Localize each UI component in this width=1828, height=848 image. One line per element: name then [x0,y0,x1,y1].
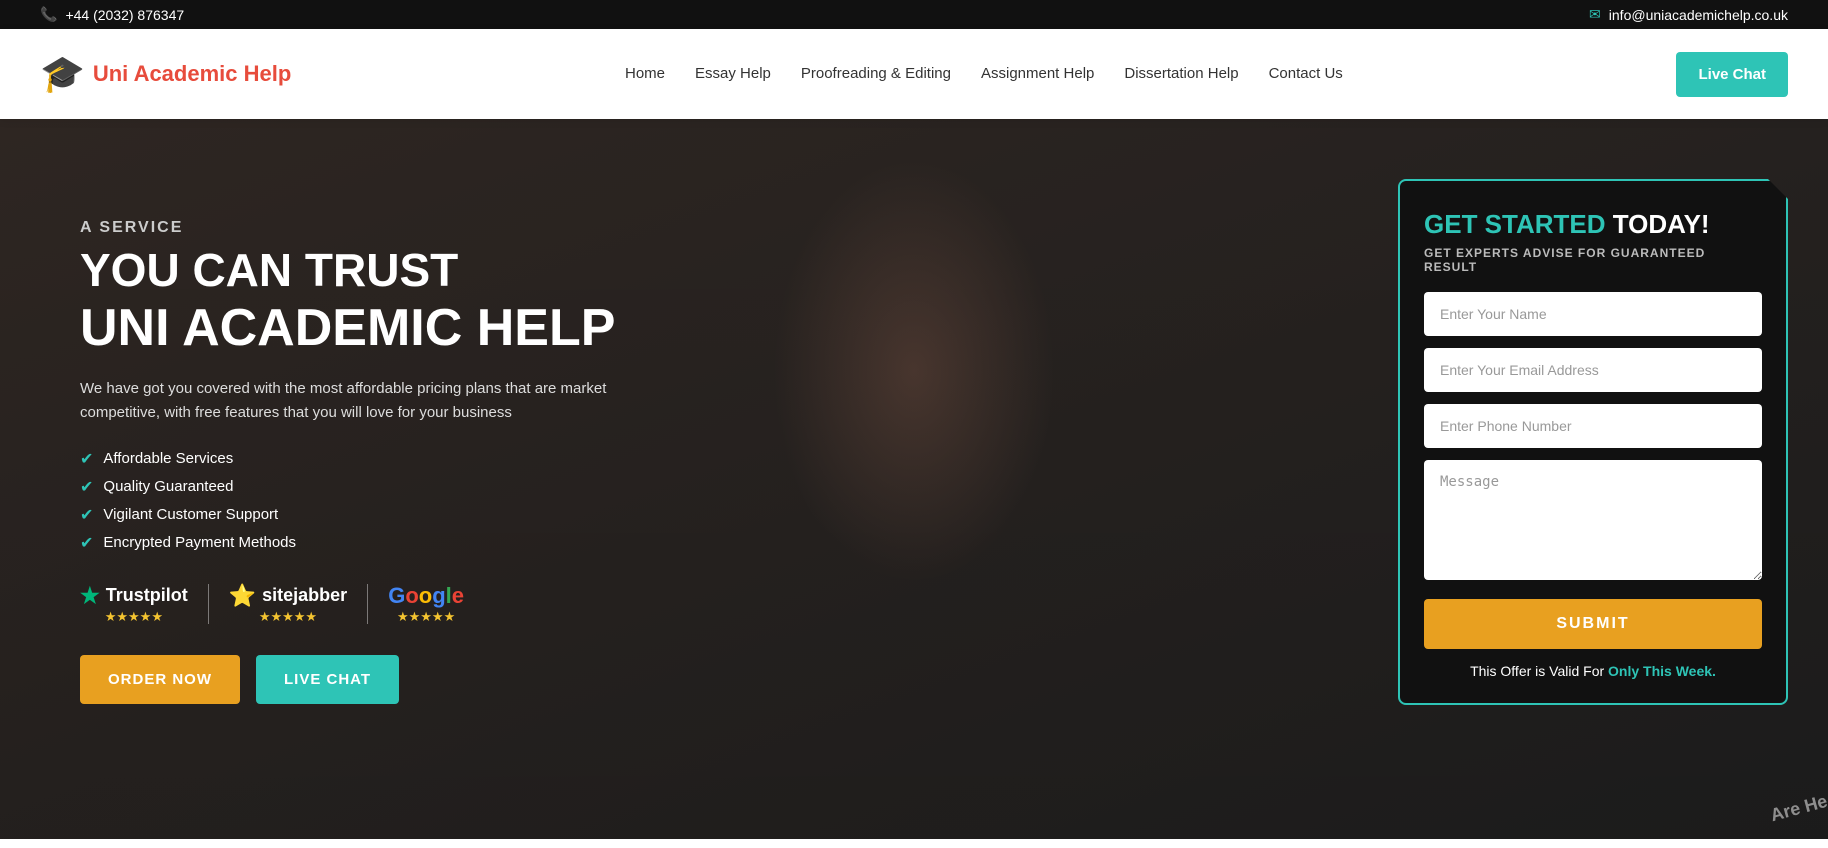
phone-input[interactable] [1424,404,1762,448]
form-title-get-started: GET STARTED [1424,209,1606,239]
features-list: ✔ Affordable Services ✔ Quality Guarante… [80,449,1358,553]
google-logo: Google [388,583,464,609]
trustpilot-label: Trustpilot [106,585,188,606]
nav-live-chat-button[interactable]: Live Chat [1676,52,1788,97]
validity-text: This Offer is Valid For [1470,663,1604,679]
email-input[interactable] [1424,348,1762,392]
nav-links: Home Essay Help Proofreading & Editing A… [625,65,1343,83]
trustpilot-star-icon: ★ [80,583,100,609]
form-title: GET STARTED TODAY! [1424,209,1762,240]
trustpilot-brand: ★ Trustpilot [80,583,188,609]
feature-payment: ✔ Encrypted Payment Methods [80,533,1358,553]
sitejabber-label: sitejabber [262,585,347,606]
phone-icon: 📞 [40,6,57,23]
logo-icon: 🎓 [40,53,85,95]
hero-buttons: ORDER NOW LIVE CHAT [80,655,1358,704]
feature-affordable: ✔ Affordable Services [80,449,1358,469]
hero-live-chat-button[interactable]: LIVE CHAT [256,655,399,704]
check-icon-1: ✔ [80,449,93,469]
review-divider-2 [367,584,368,624]
feature-label-3: Vigilant Customer Support [103,506,278,523]
hero-brand-name: UNI ACADEMIC HELP [80,300,1358,357]
sitejabber-brand: ⭐ sitejabber [229,583,347,609]
top-bar: 📞 +44 (2032) 876347 ✉ info@uniacademiche… [0,0,1828,29]
form-title-today: TODAY! [1613,209,1710,239]
hero-section: A SERVICE YOU CAN TRUST UNI ACADEMIC HEL… [0,119,1828,839]
top-bar-email: ✉ info@uniacademichelp.co.uk [1589,6,1788,23]
nav-dissertation-help[interactable]: Dissertation Help [1124,65,1238,82]
sitejabber-star-icon: ⭐ [229,583,256,609]
hero-description: We have got you covered with the most af… [80,377,640,425]
google-stars: ★★★★★ [397,609,455,625]
sitejabber-stars: ★★★★★ [259,609,317,625]
logo-text: Uni Academic Help [93,61,291,87]
sitejabber-review: ⭐ sitejabber ★★★★★ [229,583,347,625]
google-review: Google ★★★★★ [388,583,464,625]
google-brand: Google [388,583,464,609]
hero-a-service: A SERVICE [80,219,1358,237]
email-address: info@uniacademichelp.co.uk [1609,7,1788,23]
hero-you-can-trust: YOU CAN TRUST [80,245,1358,296]
hero-left: A SERVICE YOU CAN TRUST UNI ACADEMIC HEL… [80,179,1358,704]
nav-proofreading[interactable]: Proofreading & Editing [801,65,951,82]
trustpilot-review: ★ Trustpilot ★★★★★ [80,583,188,625]
nav-contact-us[interactable]: Contact Us [1269,65,1343,82]
feature-label-4: Encrypted Payment Methods [103,534,296,551]
review-logos: ★ Trustpilot ★★★★★ ⭐ sitejabber ★★★★★ [80,583,1358,625]
order-now-button[interactable]: ORDER NOW [80,655,240,704]
submit-button[interactable]: SUBMIT [1424,599,1762,649]
form-validity: This Offer is Valid For Only This Week. [1424,663,1762,679]
form-title-row: GET STARTED TODAY! [1424,209,1762,240]
feature-label-2: Quality Guaranteed [103,478,233,495]
feature-customer-support: ✔ Vigilant Customer Support [80,505,1358,525]
review-divider-1 [208,584,209,624]
validity-highlight: Only This Week. [1608,663,1716,679]
navbar: 🎓 Uni Academic Help Home Essay Help Proo… [0,29,1828,119]
check-icon-2: ✔ [80,477,93,497]
check-icon-3: ✔ [80,505,93,525]
email-icon: ✉ [1589,6,1601,23]
contact-form-card: GET STARTED TODAY! GET EXPERTS ADVISE FO… [1398,179,1788,705]
nav-essay-help[interactable]: Essay Help [695,65,771,82]
feature-quality: ✔ Quality Guaranteed [80,477,1358,497]
logo[interactable]: 🎓 Uni Academic Help [40,53,291,95]
top-bar-phone: 📞 +44 (2032) 876347 [40,6,184,23]
check-icon-4: ✔ [80,533,93,553]
nav-assignment-help[interactable]: Assignment Help [981,65,1094,82]
phone-number: +44 (2032) 876347 [65,7,184,23]
form-subtitle: GET EXPERTS ADVISE FOR GUARANTEED RESULT [1424,246,1762,274]
message-input[interactable] [1424,460,1762,580]
name-input[interactable] [1424,292,1762,336]
feature-label-1: Affordable Services [103,450,233,467]
trustpilot-stars: ★★★★★ [105,609,163,625]
nav-home[interactable]: Home [625,65,665,82]
hero-content: A SERVICE YOU CAN TRUST UNI ACADEMIC HEL… [0,119,1828,839]
